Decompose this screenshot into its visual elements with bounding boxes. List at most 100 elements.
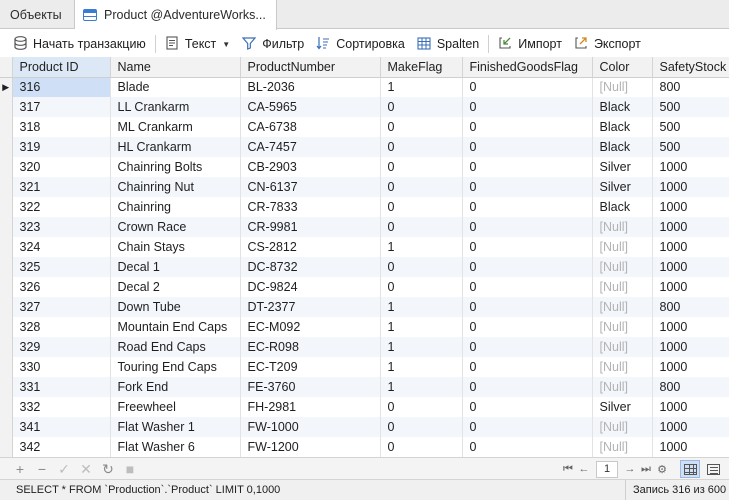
cell-color[interactable]: [Null] <box>592 417 653 437</box>
cell-product-number[interactable]: EC-T209 <box>240 357 381 377</box>
cell-safety-stock[interactable]: 1000 <box>652 277 729 297</box>
tab-objects[interactable]: Объекты <box>0 0 75 29</box>
cell-make-flag[interactable]: 0 <box>380 277 463 297</box>
cell-product-number[interactable]: CN-6137 <box>240 177 381 197</box>
column-header-product-id[interactable]: Product ID <box>12 57 111 78</box>
cell-name[interactable]: ML Crankarm <box>110 117 241 137</box>
import-button[interactable]: Импорт <box>495 32 565 56</box>
cell-product-id[interactable]: 327 <box>12 297 111 317</box>
cell-finished-goods-flag[interactable]: 0 <box>462 437 593 457</box>
cell-name[interactable]: Blade <box>110 77 241 97</box>
cell-finished-goods-flag[interactable]: 0 <box>462 417 593 437</box>
cell-finished-goods-flag[interactable]: 0 <box>462 297 593 317</box>
cell-safety-stock[interactable]: 500 <box>652 117 729 137</box>
cell-product-id[interactable]: 318 <box>12 117 111 137</box>
cell-color[interactable]: [Null] <box>592 217 653 237</box>
begin-transaction-button[interactable]: Начать транзакцию <box>10 32 149 56</box>
cell-safety-stock[interactable]: 1000 <box>652 417 729 437</box>
row-marker[interactable] <box>0 417 13 437</box>
cell-product-number[interactable]: FW-1200 <box>240 437 381 457</box>
cell-product-id[interactable]: 319 <box>12 137 111 157</box>
cell-safety-stock[interactable]: 1000 <box>652 217 729 237</box>
cell-product-number[interactable]: CS-2812 <box>240 237 381 257</box>
first-page-icon[interactable]: ⏮ <box>560 463 576 476</box>
cell-product-number[interactable]: DC-9824 <box>240 277 381 297</box>
cell-finished-goods-flag[interactable]: 0 <box>462 117 593 137</box>
row-marker[interactable] <box>0 137 13 157</box>
cell-product-number[interactable]: CA-7457 <box>240 137 381 157</box>
next-page-icon[interactable]: → <box>622 463 638 475</box>
cell-make-flag[interactable]: 0 <box>380 437 463 457</box>
cell-make-flag[interactable]: 1 <box>380 377 463 397</box>
cell-safety-stock[interactable]: 1000 <box>652 177 729 197</box>
table-row[interactable]: 327 Down Tube DT-2377 1 0 [Null] 800 <box>0 297 729 317</box>
cell-finished-goods-flag[interactable]: 0 <box>462 217 593 237</box>
cell-make-flag[interactable]: 0 <box>380 157 463 177</box>
column-header-color[interactable]: Color <box>592 57 653 78</box>
cell-product-number[interactable]: DC-8732 <box>240 257 381 277</box>
table-row[interactable]: 321 Chainring Nut CN-6137 0 0 Silver 1000 <box>0 177 729 197</box>
cell-product-number[interactable]: FE-3760 <box>240 377 381 397</box>
cell-safety-stock[interactable]: 500 <box>652 137 729 157</box>
cell-color[interactable]: Silver <box>592 177 653 197</box>
cell-color[interactable]: [Null] <box>592 357 653 377</box>
cell-finished-goods-flag[interactable]: 0 <box>462 77 593 97</box>
cell-product-id[interactable]: 332 <box>12 397 111 417</box>
table-row[interactable]: 318 ML Crankarm CA-6738 0 0 Black 500 <box>0 117 729 137</box>
cell-color[interactable]: [Null] <box>592 437 653 457</box>
cell-finished-goods-flag[interactable]: 0 <box>462 357 593 377</box>
cell-product-number[interactable]: CR-9981 <box>240 217 381 237</box>
table-row[interactable]: 322 Chainring CR-7833 0 0 Black 1000 <box>0 197 729 217</box>
cell-make-flag[interactable]: 0 <box>380 117 463 137</box>
table-row[interactable]: 341 Flat Washer 1 FW-1000 0 0 [Null] 1000 <box>0 417 729 437</box>
cell-finished-goods-flag[interactable]: 0 <box>462 317 593 337</box>
row-marker[interactable] <box>0 277 13 297</box>
cell-safety-stock[interactable]: 1000 <box>652 397 729 417</box>
cell-make-flag[interactable]: 0 <box>380 257 463 277</box>
cell-product-number[interactable]: FW-1000 <box>240 417 381 437</box>
cell-product-id[interactable]: 320 <box>12 157 111 177</box>
data-grid[interactable]: Product ID Name ProductNumber MakeFlag F… <box>0 57 729 457</box>
cell-finished-goods-flag[interactable]: 0 <box>462 97 593 117</box>
cell-color[interactable]: [Null] <box>592 257 653 277</box>
row-marker[interactable] <box>0 217 13 237</box>
row-marker[interactable] <box>0 197 13 217</box>
table-row[interactable]: 329 Road End Caps EC-R098 1 0 [Null] 1000 <box>0 337 729 357</box>
previous-page-icon[interactable]: ← <box>576 463 592 475</box>
cell-finished-goods-flag[interactable]: 0 <box>462 377 593 397</box>
table-row[interactable]: 319 HL Crankarm CA-7457 0 0 Black 500 <box>0 137 729 157</box>
row-marker[interactable] <box>0 297 13 317</box>
cell-color[interactable]: Black <box>592 197 653 217</box>
grid-view-button[interactable] <box>680 460 700 478</box>
delete-record-icon[interactable]: − <box>31 460 53 478</box>
tab-product-table[interactable]: Product @AdventureWorks... <box>75 0 277 30</box>
cell-color[interactable]: [Null] <box>592 297 653 317</box>
cell-name[interactable]: Chainring Nut <box>110 177 241 197</box>
current-row-indicator[interactable]: ▶ <box>0 77 13 97</box>
table-row[interactable]: 320 Chainring Bolts CB-2903 0 0 Silver 1000 <box>0 157 729 177</box>
row-marker[interactable] <box>0 117 13 137</box>
row-marker[interactable] <box>0 257 13 277</box>
text-view-button[interactable]: Текст ▼ <box>162 32 233 56</box>
cell-product-id[interactable]: 324 <box>12 237 111 257</box>
table-row[interactable]: 342 Flat Washer 6 FW-1200 0 0 [Null] 1000 <box>0 437 729 457</box>
row-marker[interactable] <box>0 237 13 257</box>
cell-finished-goods-flag[interactable]: 0 <box>462 157 593 177</box>
cell-product-id[interactable]: 316 <box>12 77 111 97</box>
cell-color[interactable]: [Null] <box>592 77 653 97</box>
row-marker[interactable] <box>0 437 13 457</box>
cell-product-id[interactable]: 342 <box>12 437 111 457</box>
cell-safety-stock[interactable]: 1000 <box>652 357 729 377</box>
cell-finished-goods-flag[interactable]: 0 <box>462 237 593 257</box>
cell-name[interactable]: HL Crankarm <box>110 137 241 157</box>
cell-color[interactable]: [Null] <box>592 337 653 357</box>
form-view-button[interactable] <box>703 460 723 478</box>
table-row[interactable]: 323 Crown Race CR-9981 0 0 [Null] 1000 <box>0 217 729 237</box>
table-row[interactable]: 328 Mountain End Caps EC-M092 1 0 [Null] 1000 <box>0 317 729 337</box>
cell-make-flag[interactable]: 1 <box>380 237 463 257</box>
cell-color[interactable]: Silver <box>592 397 653 417</box>
cell-product-id[interactable]: 328 <box>12 317 111 337</box>
cell-product-number[interactable]: EC-M092 <box>240 317 381 337</box>
cell-product-id[interactable]: 322 <box>12 197 111 217</box>
row-marker[interactable] <box>0 97 13 117</box>
